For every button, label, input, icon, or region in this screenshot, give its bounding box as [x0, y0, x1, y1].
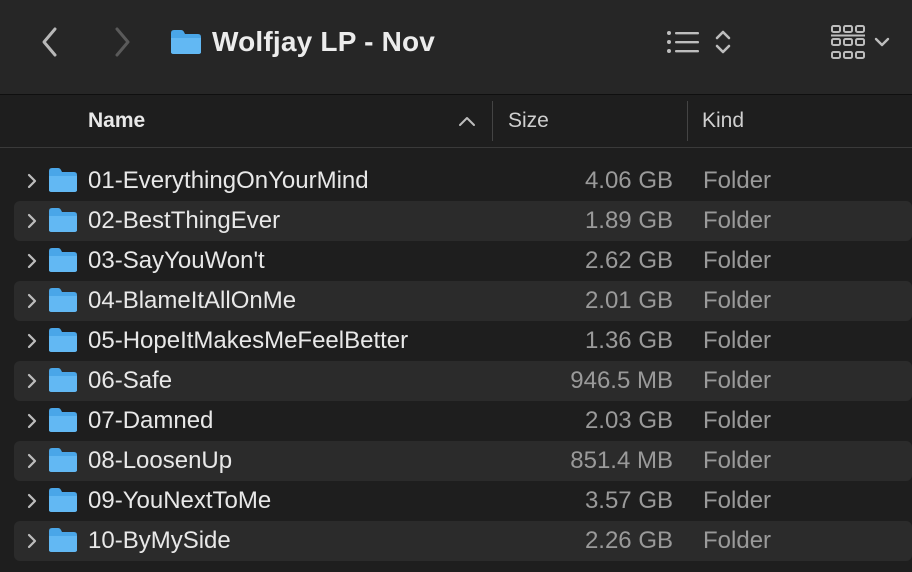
folder-icon	[49, 528, 77, 552]
disclosure-chevron-icon[interactable]	[24, 171, 40, 191]
folder-icon	[49, 368, 77, 392]
list-item[interactable]: 10-ByMySide 2.26 GB Folder	[0, 521, 912, 561]
list-item[interactable]: 03-SayYouWon't 2.62 GB Folder	[0, 241, 912, 281]
item-name: 10-ByMySide	[88, 527, 231, 554]
disclosure-chevron-icon[interactable]	[24, 251, 40, 271]
column-header-name[interactable]: Name	[88, 95, 145, 147]
folder-icon	[49, 248, 77, 272]
toolbar: Wolfjay LP - Nov	[0, 0, 912, 95]
item-size: 851.4 MB	[570, 447, 673, 474]
list-item[interactable]: 02-BestThingEver 1.89 GB Folder	[0, 201, 912, 241]
item-kind: Folder	[703, 247, 772, 274]
item-size: 2.62 GB	[584, 247, 673, 274]
item-name: 07-Damned	[88, 407, 214, 434]
disclosure-chevron-icon[interactable]	[24, 411, 40, 431]
item-name: 02-BestThingEver	[88, 207, 281, 234]
folder-icon	[49, 328, 77, 352]
disclosure-chevron-icon[interactable]	[24, 371, 40, 391]
item-name: 06-Safe	[88, 367, 173, 394]
chevron-left-icon	[42, 27, 57, 57]
item-name: 01-EverythingOnYourMind	[88, 167, 369, 194]
item-kind: Folder	[703, 407, 772, 434]
item-size: 2.03 GB	[584, 407, 673, 434]
chevron-right-icon	[115, 27, 130, 57]
chevron-down-icon	[874, 37, 890, 47]
sort-ascending-icon[interactable]	[456, 111, 478, 131]
disclosure-chevron-icon[interactable]	[24, 291, 40, 311]
folder-icon	[49, 288, 77, 312]
folder-icon	[171, 30, 201, 54]
item-kind: Folder	[703, 287, 772, 314]
column-divider[interactable]	[687, 101, 688, 141]
folder-icon	[49, 168, 77, 192]
item-name: 05-HopeItMakesMeFeelBetter	[88, 327, 409, 354]
disclosure-chevron-icon[interactable]	[24, 331, 40, 351]
item-kind: Folder	[703, 327, 772, 354]
folder-icon	[49, 208, 77, 232]
list-item[interactable]: 04-BlameItAllOnMe 2.01 GB Folder	[0, 281, 912, 321]
forward-button[interactable]	[104, 22, 140, 62]
list-item[interactable]: 01-EverythingOnYourMind 4.06 GB Folder	[0, 161, 912, 201]
list-item[interactable]: 06-Safe 946.5 MB Folder	[0, 361, 912, 401]
column-header-size[interactable]: Size	[508, 95, 549, 147]
window-title: Wolfjay LP - Nov	[170, 22, 435, 62]
item-size: 946.5 MB	[570, 367, 673, 394]
item-kind: Folder	[703, 447, 772, 474]
item-kind: Folder	[703, 167, 772, 194]
back-button[interactable]	[32, 22, 68, 62]
item-kind: Folder	[703, 207, 772, 234]
disclosure-chevron-icon[interactable]	[24, 531, 40, 551]
item-name: 03-SayYouWon't	[88, 247, 265, 274]
file-list: 01-EverythingOnYourMind 4.06 GB Folder 0…	[0, 161, 912, 561]
folder-icon	[49, 448, 77, 472]
group-button[interactable]	[828, 20, 908, 64]
item-size: 1.89 GB	[584, 207, 673, 234]
up-down-chevron-icon	[715, 30, 731, 54]
item-size: 3.57 GB	[584, 487, 673, 514]
item-size: 4.06 GB	[584, 167, 673, 194]
list-item[interactable]: 09-YouNextToMe 3.57 GB Folder	[0, 481, 912, 521]
column-header-kind[interactable]: Kind	[702, 95, 744, 147]
item-kind: Folder	[703, 487, 772, 514]
folder-icon	[49, 408, 77, 432]
list-item[interactable]: 08-LoosenUp 851.4 MB Folder	[0, 441, 912, 481]
column-header: Name Size Kind	[0, 95, 912, 148]
column-divider[interactable]	[492, 101, 493, 141]
list-item[interactable]: 07-Damned 2.03 GB Folder	[0, 401, 912, 441]
item-kind: Folder	[703, 527, 772, 554]
disclosure-chevron-icon[interactable]	[24, 211, 40, 231]
item-name: 09-YouNextToMe	[88, 487, 272, 514]
list-view-icon	[667, 31, 699, 53]
item-name: 08-LoosenUp	[88, 447, 233, 474]
list-item[interactable]: 05-HopeItMakesMeFeelBetter 1.36 GB Folde…	[0, 321, 912, 361]
item-kind: Folder	[703, 367, 772, 394]
item-size: 2.01 GB	[584, 287, 673, 314]
view-options-button[interactable]	[664, 22, 744, 62]
disclosure-chevron-icon[interactable]	[24, 451, 40, 471]
item-size: 1.36 GB	[584, 327, 673, 354]
disclosure-chevron-icon[interactable]	[24, 491, 40, 511]
window-title-text: Wolfjay LP - Nov	[212, 26, 436, 57]
item-size: 2.26 GB	[584, 527, 673, 554]
icon-grid-icon	[831, 25, 865, 59]
folder-icon	[49, 488, 77, 512]
item-name: 04-BlameItAllOnMe	[88, 287, 297, 314]
